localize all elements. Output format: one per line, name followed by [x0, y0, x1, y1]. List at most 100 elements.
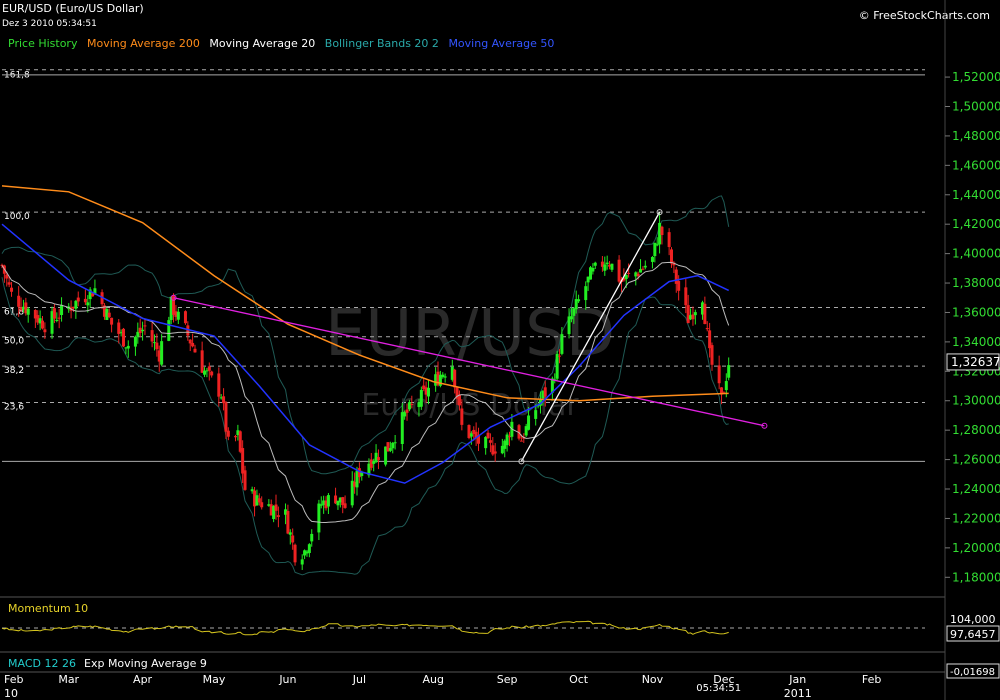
- candle-body: [677, 281, 681, 291]
- candle-body: [603, 264, 607, 271]
- candle-body: [326, 495, 330, 507]
- candle-body: [226, 430, 230, 437]
- candle-body: [293, 544, 297, 563]
- candle-body: [83, 298, 87, 303]
- candle-body: [691, 314, 695, 320]
- candle-body: [41, 320, 45, 329]
- candle-body: [572, 308, 576, 316]
- x-tick-label: Jan: [788, 673, 806, 686]
- candle-body: [684, 287, 688, 306]
- fib-label: 161,8: [4, 71, 30, 81]
- fib-label: 100,0: [4, 212, 30, 222]
- x-tick-label: May: [203, 673, 226, 686]
- y-tick-label: 1,46000: [952, 158, 1000, 172]
- candle-body: [291, 535, 295, 543]
- candle-body: [167, 320, 171, 341]
- candle-body: [300, 559, 304, 565]
- candle-body: [400, 412, 404, 444]
- candle-body: [307, 544, 311, 553]
- candle-body: [74, 300, 78, 309]
- candle-body: [727, 365, 731, 378]
- candle-body: [636, 273, 640, 277]
- candle-body: [641, 268, 645, 270]
- candle-body: [486, 432, 490, 439]
- candle-body: [155, 342, 159, 350]
- candle-body: [55, 319, 59, 321]
- candle-body: [10, 287, 14, 292]
- x-tick-label: Aug: [423, 673, 444, 686]
- candle-body: [593, 262, 597, 266]
- fib-label: 50,0: [4, 337, 24, 347]
- x-tick-label: Feb: [4, 673, 23, 686]
- candle-body: [686, 305, 690, 324]
- candle-body: [91, 293, 95, 297]
- candle-body: [193, 348, 197, 353]
- candle-body: [484, 437, 488, 449]
- candle-body: [419, 389, 423, 407]
- candle-body: [605, 262, 609, 265]
- candle-body: [183, 311, 187, 324]
- y-tick-label: 1,50000: [952, 99, 1000, 113]
- chart-canvas[interactable]: EUR/USD Euro/US Dollar 161,8100,061,850,…: [0, 0, 1000, 700]
- candle-body: [7, 282, 11, 285]
- candle-body: [505, 434, 509, 446]
- x-tick-label: Jul: [352, 673, 366, 686]
- candle-body: [710, 345, 714, 365]
- candle-body: [288, 532, 292, 535]
- candle-body: [391, 442, 395, 449]
- y-tick-label: 1,36000: [952, 305, 1000, 319]
- x-cursor-label: 05:34:51: [696, 683, 741, 694]
- bollinger-bands: [1, 195, 730, 576]
- candle-body: [26, 308, 30, 315]
- candle-body: [393, 442, 397, 444]
- candle-body: [543, 387, 547, 397]
- candle-body: [560, 334, 564, 354]
- candle-body: [222, 396, 226, 404]
- candle-body: [217, 373, 221, 397]
- candle-body: [584, 286, 588, 301]
- momentum-tick-label: 104,000: [950, 613, 996, 626]
- candle-body: [577, 299, 581, 302]
- candle-body: [650, 256, 654, 262]
- candle-body: [17, 295, 21, 307]
- candle-body: [488, 440, 492, 443]
- x-tick-label: Feb: [862, 673, 881, 686]
- candle-body: [610, 263, 614, 270]
- candle-body: [224, 402, 228, 432]
- candle-body: [724, 381, 728, 391]
- candle-body: [286, 511, 290, 534]
- candle-body: [241, 448, 245, 474]
- macd-subtitle: Exp Moving Average 9: [84, 657, 207, 670]
- candle-body: [176, 311, 180, 320]
- candle-body: [558, 355, 562, 357]
- candle-body: [453, 369, 457, 388]
- candle-body: [150, 330, 154, 342]
- y-tick-label: 1,34000: [952, 335, 1000, 349]
- candle-body: [122, 328, 126, 347]
- candle-body: [274, 504, 278, 511]
- y-tick-label: 1,44000: [952, 188, 1000, 202]
- momentum-title: Momentum 10: [8, 602, 88, 615]
- y-tick-label: 1,18000: [952, 570, 1000, 584]
- candle-body: [660, 226, 664, 235]
- fib-label: 38,2: [4, 366, 24, 376]
- x-tick-sublabel: 10: [4, 687, 18, 700]
- candle-body: [260, 502, 264, 508]
- candle-body: [276, 515, 280, 517]
- candle-body: [207, 366, 211, 371]
- y-tick-label: 1,24000: [952, 482, 1000, 496]
- candle-body: [110, 317, 114, 325]
- candle-body: [519, 440, 523, 442]
- candle-body: [133, 336, 137, 347]
- candle-body: [457, 394, 461, 406]
- candle-body: [86, 302, 90, 306]
- candle-body: [57, 317, 61, 319]
- candle-body: [310, 533, 314, 542]
- candle-body: [126, 345, 130, 349]
- candle-body: [52, 308, 56, 319]
- x-tick-label: Mar: [58, 673, 79, 686]
- candle-body: [569, 316, 573, 320]
- candle-body: [143, 325, 147, 327]
- candle-body: [693, 312, 697, 316]
- macd-tick-label: -0,01698: [950, 667, 995, 678]
